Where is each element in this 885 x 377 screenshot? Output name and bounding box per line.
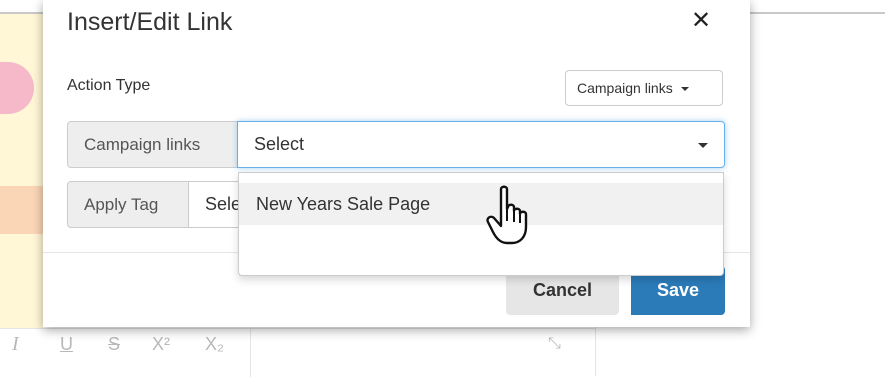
caret-down-icon <box>680 87 689 92</box>
campaign-links-addon: Campaign links <box>67 121 238 168</box>
action-type-dropdown-button[interactable]: Campaign links <box>565 70 723 106</box>
collapse-icon[interactable]: ⤡ <box>548 329 561 359</box>
dropdown-option[interactable]: New Years Sale Page <box>239 183 723 225</box>
close-button[interactable]: ✕ <box>687 6 715 36</box>
underline-icon[interactable]: U <box>60 329 73 359</box>
canvas-decoration-2 <box>0 186 43 234</box>
campaign-links-select[interactable]: Select <box>237 121 725 168</box>
action-type-label: Action Type <box>67 77 151 94</box>
subscript-icon[interactable]: X₂ <box>205 329 224 359</box>
hand-pointer-cursor-icon <box>486 185 528 245</box>
superscript-icon[interactable]: X² <box>152 329 170 359</box>
campaign-links-dropdown-menu: New Years Sale Page <box>238 172 724 276</box>
toolbar-separator <box>250 329 251 377</box>
insert-edit-link-modal: Insert/Edit Link ✕ Action Type Campaign … <box>43 0 750 327</box>
modal-title: Insert/Edit Link <box>67 8 233 36</box>
campaign-links-select-value: Select <box>254 134 305 154</box>
italic-icon[interactable]: I <box>12 329 19 359</box>
chevron-down-icon <box>698 143 708 148</box>
apply-tag-input-group: Apply Tag Sele <box>67 181 249 228</box>
campaign-links-input-group: Campaign links Select <box>67 121 725 168</box>
apply-tag-addon: Apply Tag <box>67 181 189 228</box>
text-toolbar: I U S X² X₂ ⤡ <box>0 328 595 377</box>
action-type-dropdown-label: Campaign links <box>577 80 673 96</box>
strikethrough-icon[interactable]: S <box>108 329 120 359</box>
